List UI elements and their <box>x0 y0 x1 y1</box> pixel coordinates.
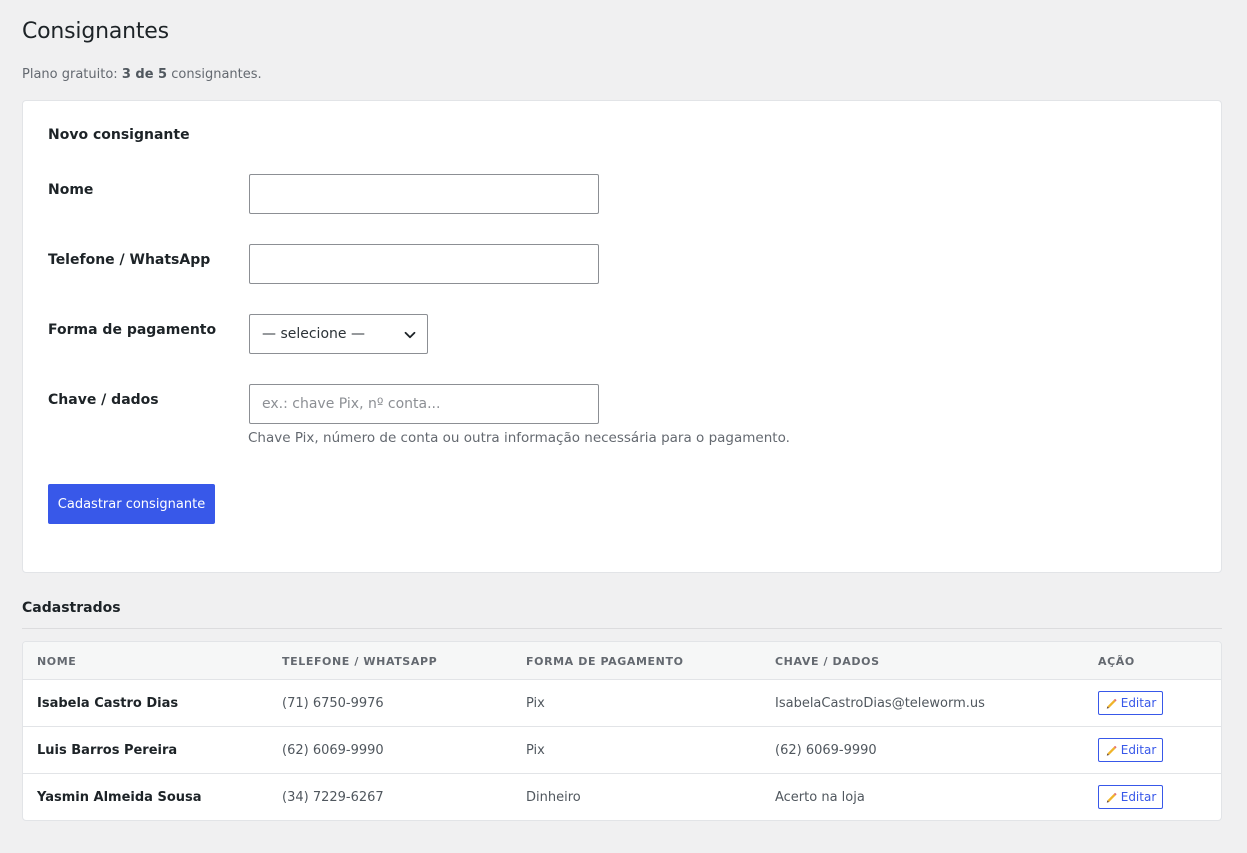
cell-phone: (62) 6069-9990 <box>282 743 384 758</box>
pencil-icon <box>1106 698 1117 709</box>
column-header-payment: FORMA DE PAGAMENTO <box>526 655 684 668</box>
edit-button-label: Editar <box>1120 790 1157 804</box>
plan-suffix: consignantes. <box>167 67 262 82</box>
key-help-text: Chave Pix, número de conta ou outra info… <box>248 430 790 446</box>
name-label: Nome <box>48 182 94 198</box>
plan-usage-text: Plano gratuito: 3 de 5 consignantes. <box>22 67 262 82</box>
edit-button[interactable]: Editar <box>1098 738 1163 762</box>
consignors-table: NOME TELEFONE / WHATSAPP FORMA DE PAGAME… <box>22 641 1222 821</box>
new-consignor-form: Novo consignante Nome Telefone / WhatsAp… <box>22 100 1222 573</box>
phone-input[interactable] <box>249 244 599 284</box>
register-consignor-button[interactable]: Cadastrar consignante <box>48 484 215 524</box>
edit-button[interactable]: Editar <box>1098 785 1163 809</box>
edit-button-label: Editar <box>1120 743 1157 757</box>
registered-section-title: Cadastrados <box>22 600 121 616</box>
cell-payment: Pix <box>526 696 545 711</box>
cell-name: Yasmin Almeida Sousa <box>37 790 202 805</box>
table-row: Yasmin Almeida Sousa (34) 7229-6267 Dinh… <box>23 774 1221 820</box>
pencil-icon <box>1106 745 1117 756</box>
key-input[interactable] <box>249 384 599 424</box>
plan-prefix: Plano gratuito: <box>22 67 122 82</box>
cell-payment: Dinheiro <box>526 790 581 805</box>
cell-payment: Pix <box>526 743 545 758</box>
column-header-key: CHAVE / DADOS <box>775 655 880 668</box>
phone-label: Telefone / WhatsApp <box>48 252 211 268</box>
name-input[interactable] <box>249 174 599 214</box>
chevron-down-icon <box>404 331 416 339</box>
cell-phone: (71) 6750-9976 <box>282 696 384 711</box>
plan-count: 3 de 5 <box>121 67 168 82</box>
cell-phone: (34) 7229-6267 <box>282 790 384 805</box>
page: Consignantes Plano gratuito: 3 de 5 cons… <box>0 0 1247 853</box>
pencil-icon <box>1106 792 1117 803</box>
page-title: Consignantes <box>22 19 169 44</box>
column-header-phone: TELEFONE / WHATSAPP <box>282 655 438 668</box>
cell-key: IsabelaCastroDias@teleworm.us <box>775 696 985 711</box>
column-header-action: AÇÃO <box>1098 655 1135 668</box>
column-header-name: NOME <box>37 655 77 668</box>
payment-method-selected: — selecione — <box>262 326 365 342</box>
table-row: Luis Barros Pereira (62) 6069-9990 Pix (… <box>23 727 1221 774</box>
table-header: NOME TELEFONE / WHATSAPP FORMA DE PAGAME… <box>23 642 1221 680</box>
table-row: Isabela Castro Dias (71) 6750-9976 Pix I… <box>23 680 1221 727</box>
payment-method-select[interactable]: — selecione — <box>249 314 428 354</box>
cell-key: (62) 6069-9990 <box>775 743 877 758</box>
edit-button-label: Editar <box>1120 696 1157 710</box>
payment-method-label: Forma de pagamento <box>48 322 217 338</box>
cell-key: Acerto na loja <box>775 790 865 805</box>
form-title: Novo consignante <box>48 127 190 143</box>
cell-name: Luis Barros Pereira <box>37 743 178 758</box>
section-divider <box>22 628 1222 629</box>
cell-name: Isabela Castro Dias <box>37 696 179 711</box>
key-label: Chave / dados <box>48 392 159 408</box>
edit-button[interactable]: Editar <box>1098 691 1163 715</box>
